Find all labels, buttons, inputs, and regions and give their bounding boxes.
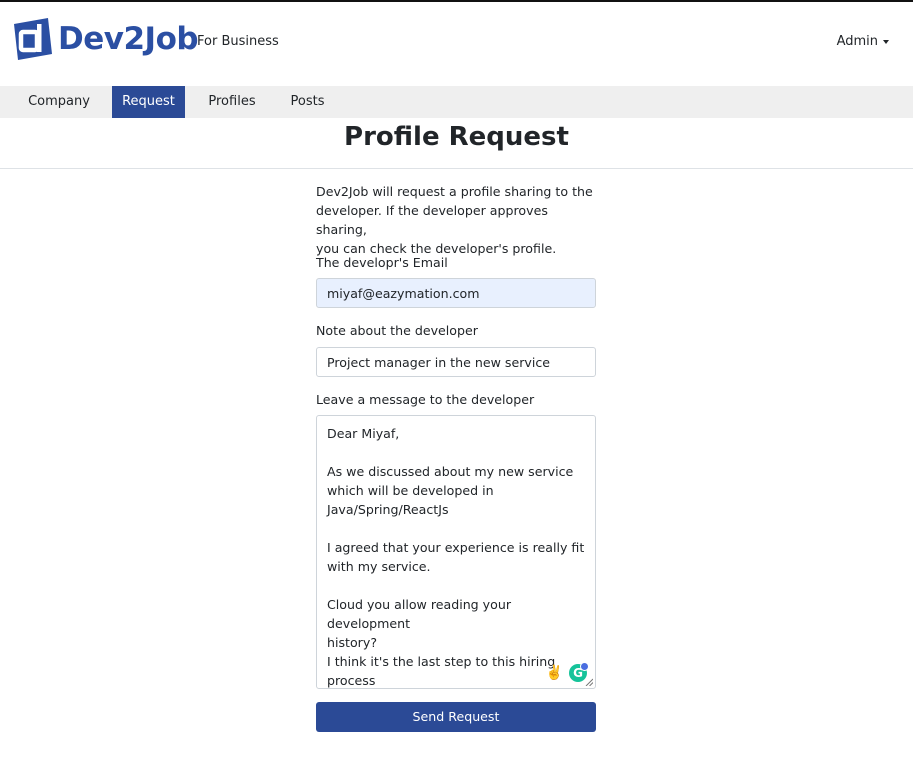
for-business-label: For Business [197, 34, 279, 49]
tab-company[interactable]: Company [14, 86, 104, 118]
email-field[interactable] [316, 278, 596, 308]
message-line [327, 519, 585, 538]
message-line: with my service. [327, 559, 431, 574]
header: Dev2Job For Business Admin [0, 2, 913, 86]
message-label: Leave a message to the developer [316, 392, 535, 407]
admin-label: Admin [836, 34, 878, 49]
dev2job-logo-icon [12, 18, 54, 60]
message-line: As we discussed about my new service [327, 464, 574, 479]
resize-handle-icon[interactable] [585, 678, 593, 686]
nav-bar: Company Request Profiles Posts [0, 86, 913, 118]
tab-request[interactable]: Request [112, 86, 185, 118]
message-line: history? [327, 635, 377, 650]
message-textarea[interactable]: Dear Miyaf, As we discussed about my new… [316, 415, 596, 689]
textarea-icons: ✌️ G [546, 662, 589, 682]
message-line: I agreed that your experience is really … [327, 540, 585, 555]
divider [0, 168, 913, 169]
message-line [327, 576, 585, 595]
admin-dropdown[interactable]: Admin [837, 34, 889, 49]
message-line: Java/Spring/ReactJs [327, 502, 449, 517]
message-line: Cloud you allow reading your development [327, 597, 516, 631]
message-line [327, 443, 585, 462]
note-field[interactable] [316, 347, 596, 377]
logo-text: Dev2Job [58, 21, 199, 57]
page-title: Profile Request [344, 122, 569, 152]
logo[interactable]: Dev2Job [12, 18, 199, 60]
victory-hand-icon[interactable]: ✌️ [546, 664, 563, 682]
note-label: Note about the developer [316, 323, 478, 338]
message-line: Dear Miyaf, [327, 426, 400, 441]
intro-line: Dev2Job will request a profile sharing t… [316, 184, 593, 199]
tab-posts[interactable]: Posts [280, 86, 335, 118]
intro-line: developer. If the developer approves sha… [316, 203, 548, 237]
message-line: which will be developed in [327, 483, 494, 498]
email-label: The developr's Email [316, 255, 448, 270]
chevron-down-icon [883, 40, 889, 44]
intro-text: Dev2Job will request a profile sharing t… [316, 182, 596, 258]
tab-profiles[interactable]: Profiles [196, 86, 268, 118]
send-request-button[interactable]: Send Request [316, 702, 596, 732]
